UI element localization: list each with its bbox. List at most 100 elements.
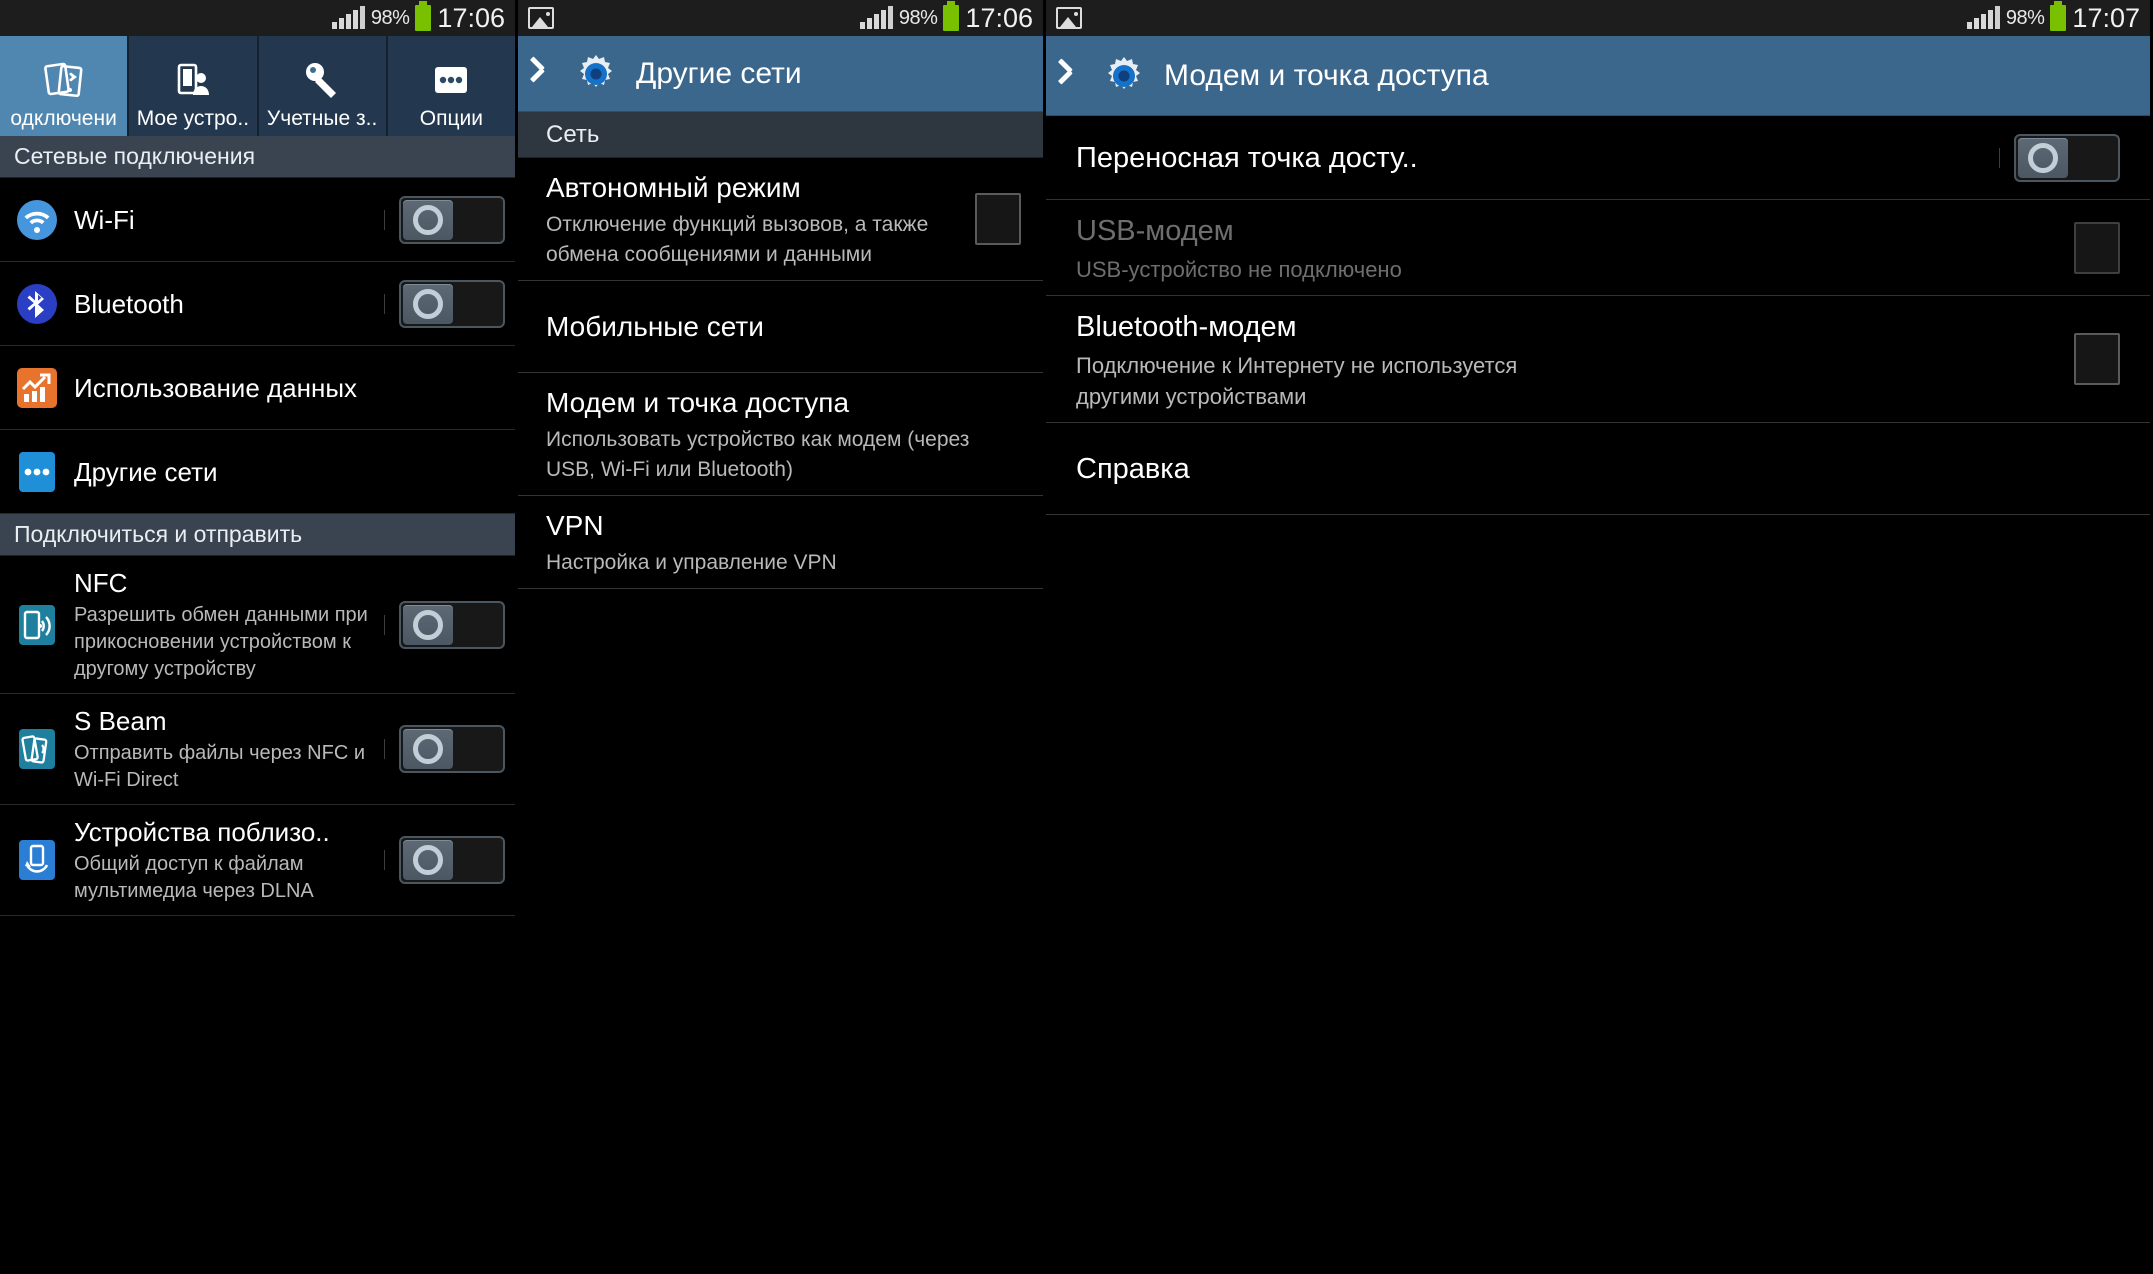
row-bluetooth-tethering[interactable]: Bluetooth-модем Подключение к Интернету … [1046, 296, 2150, 423]
row-airplane-mode[interactable]: Автономный режим Отключение функций вызо… [518, 158, 1043, 281]
row-mobile-networks[interactable]: Мобильные сети [518, 281, 1043, 373]
row-nearby-devices[interactable]: Устройства поблизо.. Общий доступ к файл… [0, 805, 515, 916]
row-vpn-text: VPN Настройка и управление VPN [546, 496, 1021, 588]
row-portable-hotspot-title: Переносная точка досту.. [1076, 141, 1418, 174]
toggle-thumb [403, 604, 453, 645]
bluetooth-toggle[interactable] [399, 279, 505, 328]
settings-gear-icon [1102, 54, 1146, 98]
nfc-icon [14, 604, 60, 646]
panel-tethering-hotspot: 98% 17:07 Модем и точка доступа Переносн… [1043, 0, 2150, 1274]
row-nfc[interactable]: NFC Разрешить обмен данными при прикосно… [0, 556, 515, 694]
toggle-thumb [403, 199, 453, 240]
row-help-text: Справка [1076, 438, 2120, 500]
row-bluetooth-text: Bluetooth [74, 277, 374, 331]
tab-connections[interactable]: одключени [0, 36, 130, 136]
battery-icon [2050, 1, 2067, 31]
tab-accounts-label: Учетные з.. [266, 107, 378, 130]
other-networks-icon [14, 451, 60, 493]
divider [384, 209, 385, 230]
nearby-devices-toggle[interactable] [399, 836, 505, 884]
tab-accounts[interactable]: Учетные з.. [259, 36, 388, 136]
wifi-icon [14, 199, 60, 241]
row-help[interactable]: Справка [1046, 423, 2150, 515]
row-bluetooth[interactable]: Bluetooth [0, 262, 515, 346]
divider [384, 293, 385, 314]
row-usb-tethering-subtitle: USB-устройство не подключено [1076, 257, 1402, 282]
accounts-key-icon [299, 56, 345, 104]
status-bar-panel2: 98% 17:06 [518, 0, 1043, 36]
row-usb-tethering-title: USB-модем [1076, 215, 1234, 247]
row-wifi[interactable]: Wi-Fi [0, 178, 515, 262]
row-s-beam-control [374, 725, 505, 773]
status-bar-clock: 17:06 [965, 2, 1033, 33]
connections-icon [41, 56, 87, 104]
battery-percent-label: 98% [370, 6, 410, 29]
status-bar-clock: 17:07 [2072, 2, 2140, 33]
row-vpn[interactable]: VPN Настройка и управление VPN [518, 496, 1043, 589]
tab-my-device-label: Мое устро.. [136, 107, 250, 130]
settings-gear-icon [574, 52, 618, 96]
row-wifi-text: Wi-Fi [74, 193, 374, 247]
status-bar-panel3: 98% 17:07 [1046, 0, 2150, 36]
row-s-beam[interactable]: S Beam Отправить файлы через NFC и Wi-Fi… [0, 694, 515, 805]
back-icon[interactable] [540, 60, 556, 88]
bluetooth-tethering-checkbox[interactable] [2074, 333, 2120, 385]
signal-bars-icon [859, 6, 893, 29]
row-portable-hotspot[interactable]: Переносная точка досту.. [1046, 116, 2150, 200]
tab-my-device[interactable]: Мое устро.. [129, 36, 259, 136]
row-tethering-hotspot[interactable]: Модем и точка доступа Использовать устро… [518, 373, 1043, 496]
tab-options[interactable]: Опции [388, 36, 515, 136]
row-nfc-title: NFC [74, 568, 128, 598]
battery-percent-label: 98% [898, 6, 938, 29]
row-bluetooth-control [374, 279, 505, 328]
tab-connections-label: одключени [10, 107, 117, 130]
section-header-network: Сеть [518, 112, 1043, 158]
toggle-thumb [403, 729, 453, 769]
status-bar-right-group: 98% 17:06 [331, 1, 505, 34]
row-airplane-mode-text: Автономный режим Отключение функций вызо… [546, 158, 965, 280]
status-bar-left-group [528, 7, 554, 29]
usb-tethering-checkbox [2074, 221, 2120, 274]
row-other-networks-title: Другие сети [74, 456, 218, 487]
signal-bars-icon [331, 6, 365, 29]
row-mobile-networks-text: Мобильные сети [546, 297, 1021, 357]
row-nearby-devices-text: Устройства поблизо.. Общий доступ к файл… [74, 805, 374, 915]
s-beam-toggle[interactable] [399, 725, 505, 773]
nfc-toggle[interactable] [399, 600, 505, 649]
settings-tab-bar: одключени Мое устро.. Учетные з.. Опции [0, 36, 515, 136]
row-nfc-control [374, 600, 505, 649]
row-other-networks[interactable]: Другие сети [0, 430, 515, 514]
row-data-usage-text: Использование данных [74, 361, 505, 415]
wifi-toggle[interactable] [399, 195, 505, 244]
toggle-thumb [2018, 137, 2068, 178]
image-icon [528, 7, 554, 29]
more-options-icon [428, 56, 474, 104]
row-wifi-control [374, 195, 505, 244]
row-help-title: Справка [1076, 452, 1190, 485]
page-title: Другие сети [636, 56, 802, 90]
battery-icon [943, 1, 960, 31]
status-bar-right-group: 98% 17:07 [1966, 1, 2140, 34]
tab-options-label: Опции [419, 107, 483, 130]
row-bluetooth-tethering-control [2064, 333, 2120, 385]
row-data-usage[interactable]: Использование данных [0, 346, 515, 430]
row-bluetooth-tethering-text: Bluetooth-модем Подключение к Интернету … [1076, 296, 2064, 422]
airplane-mode-checkbox[interactable] [975, 193, 1021, 245]
toggle-thumb [403, 283, 453, 324]
signal-bars-icon [1966, 6, 2000, 29]
row-portable-hotspot-control [1989, 133, 2120, 182]
back-icon[interactable] [1068, 62, 1084, 90]
status-bar-clock: 17:06 [437, 2, 505, 33]
status-bar-panel1: 98% 17:06 [0, 0, 515, 36]
row-wifi-title: Wi-Fi [74, 204, 135, 235]
row-usb-tethering: USB-модем USB-устройство не подключено [1046, 200, 2150, 296]
portable-hotspot-toggle[interactable] [2014, 133, 2120, 182]
row-mobile-networks-title: Мобильные сети [546, 310, 764, 342]
row-nearby-devices-title: Устройства поблизо.. [74, 817, 330, 847]
row-usb-tethering-control [2064, 221, 2120, 274]
row-bluetooth-tethering-title: Bluetooth-модем [1076, 311, 1297, 343]
row-vpn-subtitle: Настройка и управление VPN [546, 551, 837, 574]
row-bluetooth-tethering-subtitle: Подключение к Интернету не используется … [1076, 353, 1518, 409]
section-header-connect-and-share: Подключиться и отправить [0, 514, 515, 556]
row-nearby-devices-control [374, 836, 505, 884]
